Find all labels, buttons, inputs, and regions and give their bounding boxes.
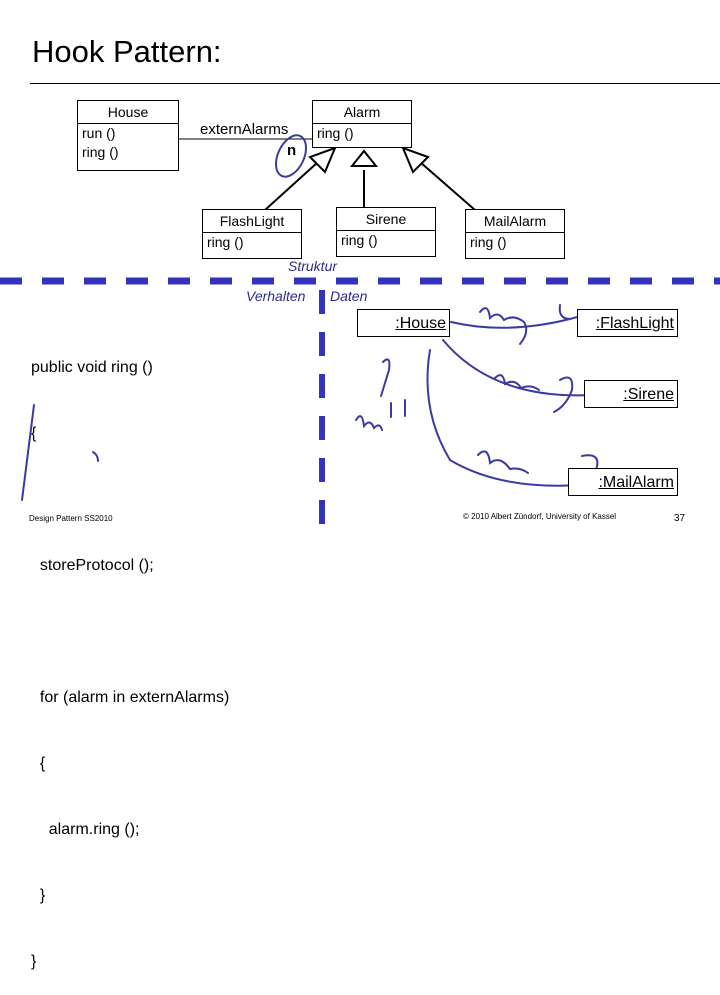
class-house-name: House [78, 101, 178, 124]
class-house: House run () ring () [77, 100, 179, 171]
class-flashlight-name: FlashLight [203, 210, 301, 233]
object-flashlight-label: :FlashLight [595, 315, 674, 332]
class-alarm: Alarm ring () [312, 100, 412, 148]
object-mailalarm: :MailAlarm [568, 468, 678, 496]
class-sirene-op: ring () [341, 232, 378, 248]
code-line: } [31, 953, 37, 970]
footer-copyright: © 2010 Albert Zündorf, University of Kas… [463, 512, 617, 521]
label-daten: Daten [330, 288, 368, 304]
class-house-op: ring () [82, 144, 119, 160]
code-block: public void ring () { storeProtocol (); … [31, 313, 229, 995]
class-mailalarm-name: MailAlarm [466, 210, 564, 233]
code-line: } [31, 887, 46, 904]
object-flashlight: :FlashLight [577, 309, 678, 337]
class-mailalarm-op: ring () [470, 234, 507, 250]
label-struktur: Struktur [288, 258, 338, 274]
label-verhalten: Verhalten [246, 288, 306, 304]
generalization-mailalarm [401, 146, 476, 211]
object-mailalarm-label: :MailAlarm [598, 474, 674, 491]
generalization-sirene [349, 149, 379, 208]
code-line: for (alarm in externAlarms) [31, 689, 230, 706]
code-line: alarm.ring (); [31, 821, 140, 838]
class-alarm-name: Alarm [313, 101, 411, 124]
class-mailalarm: MailAlarm ring () [465, 209, 565, 259]
object-sirene-label: :Sirene [623, 386, 674, 403]
association-role: externAlarms [200, 121, 289, 138]
class-house-op: run () [82, 125, 116, 141]
object-house: :House [357, 309, 450, 337]
generalization-flashlight [264, 146, 337, 211]
object-house-label: :House [395, 315, 446, 332]
code-line: storeProtocol (); [31, 557, 154, 574]
page-number: 37 [674, 513, 686, 524]
footer-left: Design Pattern SS2010 [29, 514, 113, 523]
class-alarm-op: ring () [317, 125, 354, 141]
code-line: { [31, 425, 37, 442]
association-multiplicity: n [287, 142, 297, 159]
code-line: public void ring () [31, 359, 153, 376]
class-sirene-name: Sirene [337, 208, 435, 231]
class-flashlight: FlashLight ring () [202, 209, 302, 259]
code-line: { [31, 755, 46, 772]
class-sirene: Sirene ring () [336, 207, 436, 257]
object-sirene: :Sirene [584, 380, 678, 408]
class-flashlight-op: ring () [207, 234, 244, 250]
